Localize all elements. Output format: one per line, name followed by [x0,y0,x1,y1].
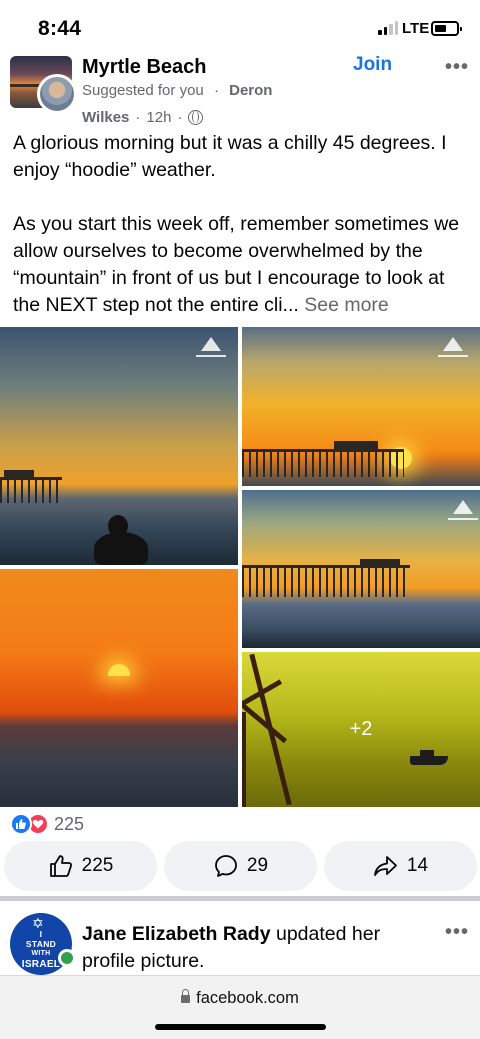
watermark-logo [438,337,468,357]
meta-separator: · [177,109,183,126]
share-button[interactable]: 14 [324,841,477,891]
group-name[interactable]: Myrtle Beach [82,56,207,79]
post-paragraph: A glorious morning but it was a chilly 4… [13,132,447,181]
signal-icon [378,21,398,35]
photo-3[interactable] [242,490,480,648]
next-post-text: Jane Elizabeth Rady updated her profile … [82,921,382,975]
browser-url-bar[interactable]: facebook.com [0,975,480,1039]
battery-icon [431,21,462,36]
photo-2[interactable] [242,327,480,486]
url-display[interactable]: facebook.com [0,989,480,1008]
post-meta-line2: Wilkes · 12h · [82,109,204,126]
post-paragraph: As you start this week off, remember som… [13,211,473,319]
author-name-continued[interactable]: Wilkes [82,109,129,126]
globe-icon [188,110,204,125]
author-name[interactable]: Deron [229,82,272,99]
more-photos-count[interactable]: +2 [242,652,480,807]
pier-silhouette [242,449,404,477]
photo-gallery: +2 [0,327,480,807]
like-button[interactable]: 225 [4,841,157,891]
more-options-icon[interactable]: ••• [445,56,469,79]
comment-count: 29 [246,855,269,876]
next-post-header: ✡ I STAND WITH ISRAEL Jane Elizabeth Rad… [0,901,480,981]
photo-4[interactable] [0,569,238,807]
share-count: 14 [406,855,429,876]
join-button[interactable]: Join [353,54,392,76]
post-text: A glorious morning but it was a chilly 4… [13,130,473,319]
watermark-logo [448,500,478,520]
home-indicator[interactable] [155,1024,326,1030]
more-options-icon[interactable]: ••• [445,921,469,944]
see-more-link[interactable]: See more [304,294,389,316]
post-meta: Suggested for you · Deron [82,82,272,99]
post-time[interactable]: 12h [146,109,171,126]
pier-silhouette [0,477,62,503]
comment-icon [215,855,237,877]
profile-name[interactable]: Jane Elizabeth Rady [82,923,271,945]
comment-button[interactable]: 29 [164,841,317,891]
lock-icon [181,989,191,1003]
star-of-david-icon: ✡ [32,915,45,931]
photo-1[interactable] [0,327,238,565]
online-status-dot [58,949,76,967]
post-paragraph-text: As you start this week off, remember som… [13,213,460,316]
meta-separator: · [213,82,219,99]
status-time: 8:44 [38,17,82,40]
share-arrow-icon [374,856,397,876]
url-text: facebook.com [196,989,299,1007]
reaction-count: 225 [54,813,85,834]
suggested-label: Suggested for you [82,82,204,99]
status-bar: 8:44 LTE [0,0,480,52]
thumbs-up-icon [49,855,72,877]
meta-separator: · [135,109,141,126]
watermark-logo [196,337,226,357]
reactions-summary[interactable]: 225 [10,810,84,838]
person-silhouette [94,532,148,565]
pier-silhouette [242,565,410,597]
author-avatar[interactable] [37,74,77,114]
like-reaction-icon [10,813,32,835]
post-header: Myrtle Beach Suggested for you · Deron W… [0,52,480,130]
network-label: LTE [402,20,430,37]
like-count: 225 [81,855,114,876]
